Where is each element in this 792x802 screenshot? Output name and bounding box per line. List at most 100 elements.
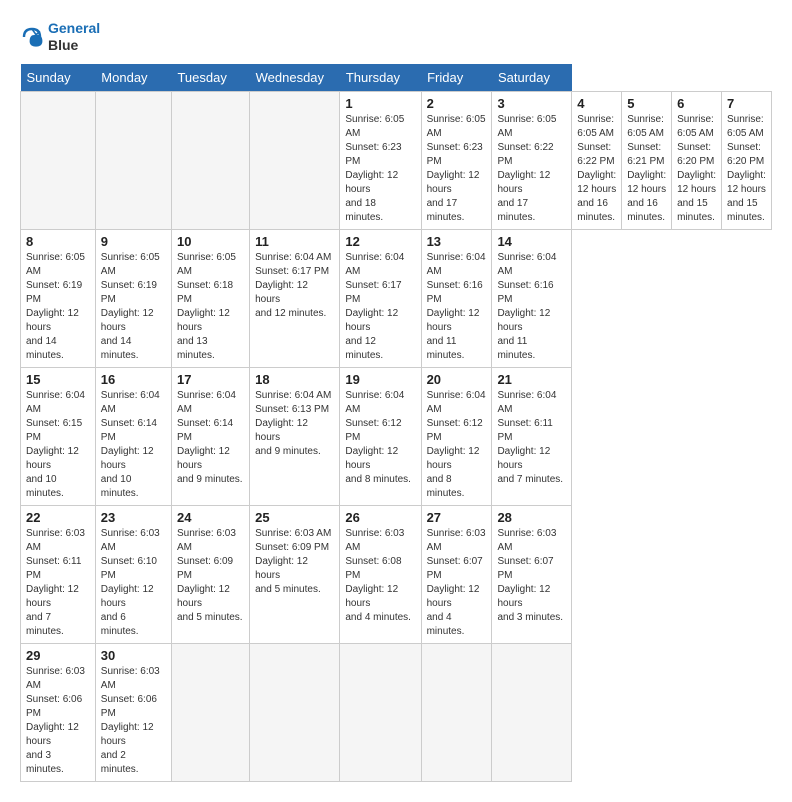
day-number: 11 <box>255 234 334 249</box>
day-info: Sunrise: 6:04 AM Sunset: 6:14 PM Dayligh… <box>101 389 166 501</box>
weekday-header-thursday: Thursday <box>340 64 421 92</box>
calendar-cell: 25 Sunrise: 6:03 AM Sunset: 6:09 PM Dayl… <box>250 505 340 643</box>
day-info: Sunrise: 6:03 AM Sunset: 6:08 PM Dayligh… <box>345 527 415 625</box>
day-number: 2 <box>427 96 487 111</box>
calendar-cell <box>95 91 171 229</box>
day-info: Sunrise: 6:04 AM Sunset: 6:16 PM Dayligh… <box>497 251 566 363</box>
week-row-4: 22 Sunrise: 6:03 AM Sunset: 6:11 PM Dayl… <box>21 505 772 643</box>
weekday-header-monday: Monday <box>95 64 171 92</box>
day-info: Sunrise: 6:04 AM Sunset: 6:17 PM Dayligh… <box>255 251 334 321</box>
day-number: 13 <box>427 234 487 249</box>
day-info: Sunrise: 6:05 AM Sunset: 6:22 PM Dayligh… <box>497 113 566 225</box>
day-number: 24 <box>177 510 244 525</box>
day-info: Sunrise: 6:04 AM Sunset: 6:13 PM Dayligh… <box>255 389 334 459</box>
calendar-cell: 8 Sunrise: 6:05 AM Sunset: 6:19 PM Dayli… <box>21 229 96 367</box>
calendar-cell: 4 Sunrise: 6:05 AM Sunset: 6:22 PM Dayli… <box>572 91 622 229</box>
calendar-cell: 5 Sunrise: 6:05 AM Sunset: 6:21 PM Dayli… <box>622 91 672 229</box>
calendar-cell: 20 Sunrise: 6:04 AM Sunset: 6:12 PM Dayl… <box>421 367 492 505</box>
day-info: Sunrise: 6:03 AM Sunset: 6:09 PM Dayligh… <box>255 527 334 597</box>
calendar-cell: 27 Sunrise: 6:03 AM Sunset: 6:07 PM Dayl… <box>421 505 492 643</box>
page-header: General Blue <box>20 20 772 54</box>
logo-icon <box>20 25 44 49</box>
day-number: 4 <box>577 96 616 111</box>
weekday-header-tuesday: Tuesday <box>171 64 249 92</box>
day-info: Sunrise: 6:03 AM Sunset: 6:06 PM Dayligh… <box>101 665 166 777</box>
day-info: Sunrise: 6:03 AM Sunset: 6:10 PM Dayligh… <box>101 527 166 639</box>
day-number: 28 <box>497 510 566 525</box>
day-info: Sunrise: 6:04 AM Sunset: 6:17 PM Dayligh… <box>345 251 415 363</box>
weekday-header-sunday: Sunday <box>21 64 96 92</box>
day-info: Sunrise: 6:04 AM Sunset: 6:14 PM Dayligh… <box>177 389 244 487</box>
calendar-cell: 18 Sunrise: 6:04 AM Sunset: 6:13 PM Dayl… <box>250 367 340 505</box>
calendar-cell: 2 Sunrise: 6:05 AM Sunset: 6:23 PM Dayli… <box>421 91 492 229</box>
day-info: Sunrise: 6:04 AM Sunset: 6:12 PM Dayligh… <box>427 389 487 501</box>
calendar-cell: 7 Sunrise: 6:05 AM Sunset: 6:20 PM Dayli… <box>722 91 772 229</box>
day-info: Sunrise: 6:05 AM Sunset: 6:22 PM Dayligh… <box>577 113 616 225</box>
calendar-cell: 23 Sunrise: 6:03 AM Sunset: 6:10 PM Dayl… <box>95 505 171 643</box>
week-row-1: 1 Sunrise: 6:05 AM Sunset: 6:23 PM Dayli… <box>21 91 772 229</box>
calendar-cell: 14 Sunrise: 6:04 AM Sunset: 6:16 PM Dayl… <box>492 229 572 367</box>
day-number: 29 <box>26 648 90 663</box>
calendar-cell <box>492 643 572 781</box>
weekday-header-friday: Friday <box>421 64 492 92</box>
calendar-cell <box>250 643 340 781</box>
day-info: Sunrise: 6:03 AM Sunset: 6:07 PM Dayligh… <box>497 527 566 625</box>
day-number: 26 <box>345 510 415 525</box>
calendar-cell <box>21 91 96 229</box>
calendar-cell: 10 Sunrise: 6:05 AM Sunset: 6:18 PM Dayl… <box>171 229 249 367</box>
calendar-cell: 9 Sunrise: 6:05 AM Sunset: 6:19 PM Dayli… <box>95 229 171 367</box>
day-number: 27 <box>427 510 487 525</box>
day-info: Sunrise: 6:03 AM Sunset: 6:07 PM Dayligh… <box>427 527 487 639</box>
day-info: Sunrise: 6:05 AM Sunset: 6:21 PM Dayligh… <box>627 113 666 225</box>
day-info: Sunrise: 6:04 AM Sunset: 6:12 PM Dayligh… <box>345 389 415 487</box>
calendar-cell: 3 Sunrise: 6:05 AM Sunset: 6:22 PM Dayli… <box>492 91 572 229</box>
day-info: Sunrise: 6:05 AM Sunset: 6:19 PM Dayligh… <box>26 251 90 363</box>
day-number: 25 <box>255 510 334 525</box>
calendar-cell: 13 Sunrise: 6:04 AM Sunset: 6:16 PM Dayl… <box>421 229 492 367</box>
day-info: Sunrise: 6:05 AM Sunset: 6:23 PM Dayligh… <box>345 113 415 225</box>
day-number: 3 <box>497 96 566 111</box>
calendar-cell <box>250 91 340 229</box>
day-number: 1 <box>345 96 415 111</box>
day-info: Sunrise: 6:04 AM Sunset: 6:11 PM Dayligh… <box>497 389 566 487</box>
calendar-cell: 19 Sunrise: 6:04 AM Sunset: 6:12 PM Dayl… <box>340 367 421 505</box>
day-info: Sunrise: 6:03 AM Sunset: 6:06 PM Dayligh… <box>26 665 90 777</box>
calendar-cell: 6 Sunrise: 6:05 AM Sunset: 6:20 PM Dayli… <box>672 91 722 229</box>
day-number: 21 <box>497 372 566 387</box>
day-number: 16 <box>101 372 166 387</box>
calendar-cell <box>171 643 249 781</box>
calendar-cell <box>340 643 421 781</box>
day-number: 15 <box>26 372 90 387</box>
day-number: 10 <box>177 234 244 249</box>
day-info: Sunrise: 6:04 AM Sunset: 6:16 PM Dayligh… <box>427 251 487 363</box>
day-number: 17 <box>177 372 244 387</box>
day-number: 30 <box>101 648 166 663</box>
day-info: Sunrise: 6:05 AM Sunset: 6:19 PM Dayligh… <box>101 251 166 363</box>
day-number: 22 <box>26 510 90 525</box>
day-info: Sunrise: 6:04 AM Sunset: 6:15 PM Dayligh… <box>26 389 90 501</box>
calendar-cell: 28 Sunrise: 6:03 AM Sunset: 6:07 PM Dayl… <box>492 505 572 643</box>
calendar-cell: 30 Sunrise: 6:03 AM Sunset: 6:06 PM Dayl… <box>95 643 171 781</box>
day-number: 23 <box>101 510 166 525</box>
day-number: 8 <box>26 234 90 249</box>
calendar-cell: 29 Sunrise: 6:03 AM Sunset: 6:06 PM Dayl… <box>21 643 96 781</box>
calendar-cell: 21 Sunrise: 6:04 AM Sunset: 6:11 PM Dayl… <box>492 367 572 505</box>
calendar-cell: 12 Sunrise: 6:04 AM Sunset: 6:17 PM Dayl… <box>340 229 421 367</box>
day-number: 14 <box>497 234 566 249</box>
day-number: 5 <box>627 96 666 111</box>
weekday-header-saturday: Saturday <box>492 64 572 92</box>
calendar-cell: 26 Sunrise: 6:03 AM Sunset: 6:08 PM Dayl… <box>340 505 421 643</box>
weekday-header-row: SundayMondayTuesdayWednesdayThursdayFrid… <box>21 64 772 92</box>
day-number: 20 <box>427 372 487 387</box>
day-number: 18 <box>255 372 334 387</box>
day-info: Sunrise: 6:03 AM Sunset: 6:09 PM Dayligh… <box>177 527 244 625</box>
day-number: 9 <box>101 234 166 249</box>
calendar-table: SundayMondayTuesdayWednesdayThursdayFrid… <box>20 64 772 782</box>
calendar-cell: 11 Sunrise: 6:04 AM Sunset: 6:17 PM Dayl… <box>250 229 340 367</box>
calendar-cell: 24 Sunrise: 6:03 AM Sunset: 6:09 PM Dayl… <box>171 505 249 643</box>
calendar-cell: 17 Sunrise: 6:04 AM Sunset: 6:14 PM Dayl… <box>171 367 249 505</box>
logo: General Blue <box>20 20 100 54</box>
day-info: Sunrise: 6:05 AM Sunset: 6:23 PM Dayligh… <box>427 113 487 225</box>
calendar-cell <box>171 91 249 229</box>
day-number: 19 <box>345 372 415 387</box>
